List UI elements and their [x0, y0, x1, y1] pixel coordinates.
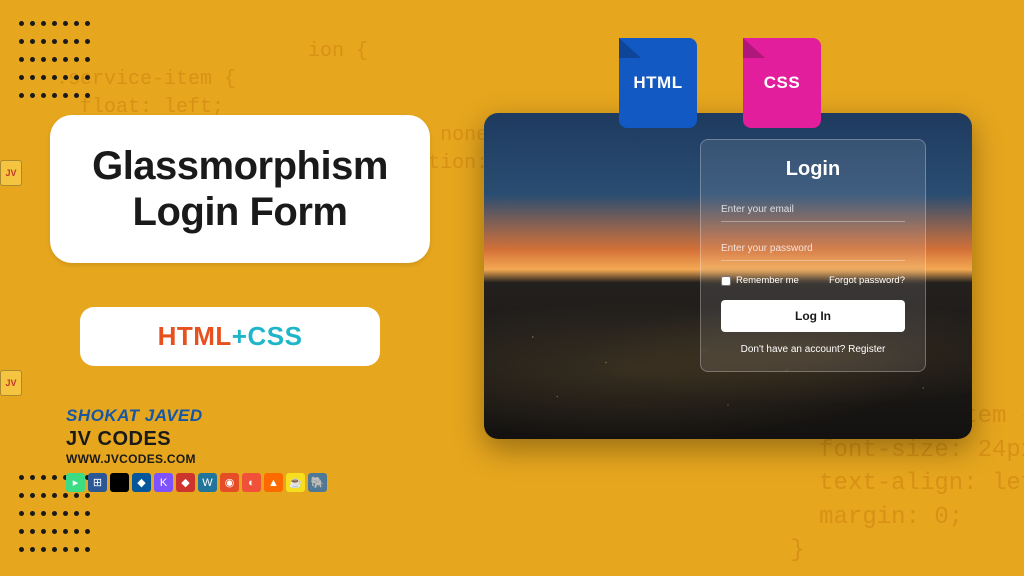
- html-file-badge: HTML: [612, 36, 704, 130]
- jv-badge-icon: JV: [0, 370, 22, 396]
- remember-me-checkbox[interactable]: Remember me: [721, 275, 799, 286]
- tech-icon: ⊞: [88, 473, 107, 492]
- tech-icon: 🐘: [308, 473, 327, 492]
- form-preview: Login Enter your email Enter your passwo…: [484, 113, 972, 439]
- login-form: Login Enter your email Enter your passwo…: [700, 139, 926, 372]
- password-field[interactable]: Enter your password: [721, 236, 905, 261]
- jv-badge-icon: JV: [0, 160, 22, 186]
- title-card: GlassmorphismLogin Form: [50, 115, 430, 263]
- tech-icon: ◐: [242, 473, 261, 492]
- tech-icon: ▲: [264, 473, 283, 492]
- register-prompt: Don't have an account? Register: [721, 344, 905, 355]
- tech-icon: ▸: [66, 473, 85, 492]
- tech-icon: ☕: [286, 473, 305, 492]
- register-link[interactable]: Register: [848, 344, 885, 355]
- tech-icon: ◆: [176, 473, 195, 492]
- forgot-password-link[interactable]: Forgot password?: [829, 275, 905, 286]
- tech-icon: W: [198, 473, 217, 492]
- page-title: GlassmorphismLogin Form: [74, 143, 406, 235]
- author-name: SHOKAT JAVED: [66, 406, 430, 426]
- tech-icon: ◆: [132, 473, 151, 492]
- decorative-dots-top: [16, 16, 96, 106]
- tech-icon: [110, 473, 129, 492]
- remember-checkbox-input[interactable]: [721, 276, 731, 286]
- tech-icon: K: [154, 473, 173, 492]
- brand-name: JV CODES: [66, 428, 430, 451]
- email-field[interactable]: Enter your email: [721, 197, 905, 222]
- form-title: Login: [721, 158, 905, 181]
- website-url: WWW.JVCODES.COM: [66, 452, 430, 466]
- tech-icon: ◉: [220, 473, 239, 492]
- tech-icons-row: ▸⊞◆K◆W◉◐▲☕🐘: [66, 473, 430, 492]
- login-button[interactable]: Log In: [721, 300, 905, 332]
- tech-card: HTML+CSS: [80, 307, 380, 366]
- tech-label: HTML+CSS: [100, 321, 360, 352]
- css-file-badge: CSS: [736, 36, 828, 130]
